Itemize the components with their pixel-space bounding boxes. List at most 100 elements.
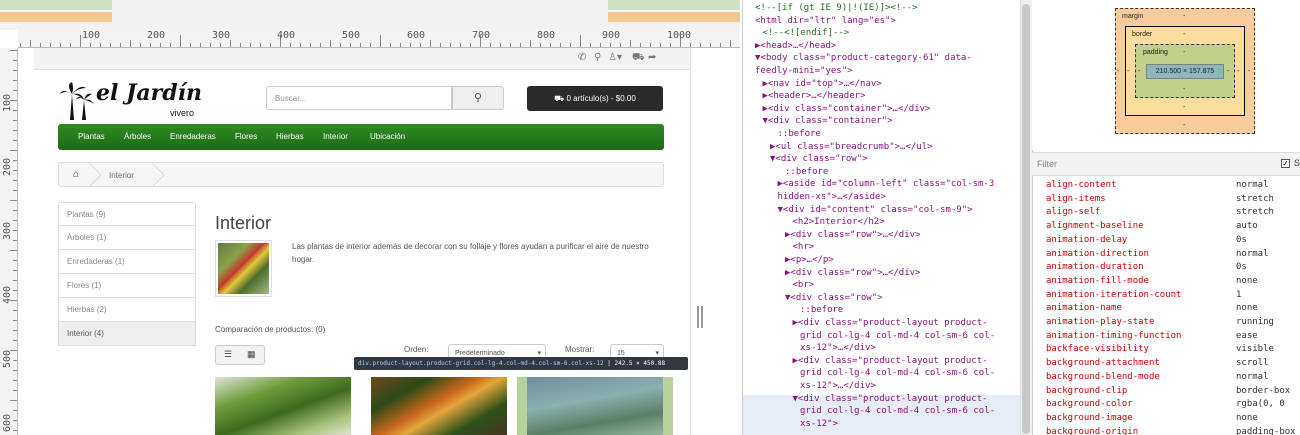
dom-node-line[interactable]: ▶<aside id="column-left" class="col-sm-3 [778, 178, 995, 190]
search-input[interactable]: Buscar... [266, 86, 452, 110]
dom-node-line[interactable]: xs-12">…</div> [800, 380, 876, 392]
dom-node-line[interactable]: <hr> [793, 241, 815, 253]
css-property-value[interactable]: none [1236, 412, 1258, 424]
css-property-value[interactable]: normal [1236, 371, 1269, 383]
css-property-name[interactable]: animation-fill-mode [1046, 275, 1149, 287]
css-property-value[interactable]: border-box [1236, 385, 1290, 397]
css-property-value[interactable]: padding-box [1236, 426, 1296, 435]
splitter-handle[interactable] [697, 306, 703, 328]
menu-item-plantas[interactable]: Plantas [78, 132, 105, 141]
dom-node-line[interactable]: hidden-xs">…</aside> [778, 191, 886, 203]
menu-item-flores[interactable]: Flores [235, 132, 257, 141]
css-property-value[interactable]: normal [1236, 248, 1269, 260]
dom-node-line[interactable]: xs-12">…</div> [800, 342, 876, 354]
css-property-name[interactable]: animation-play-state [1046, 316, 1154, 328]
css-property-name[interactable]: alignment-baseline [1046, 220, 1144, 232]
sidebar-item-plantas[interactable]: Plantas (9) [58, 202, 196, 226]
sidebar-item-enredaderas[interactable]: Enredaderas (1) [58, 250, 196, 274]
dom-node-line[interactable]: xs-12"> [800, 418, 838, 430]
site-logo[interactable]: el Jardín vivero [60, 78, 210, 122]
dom-node-line[interactable]: ▶<ul class="breadcrumb">…</ul> [770, 141, 933, 153]
dom-node-line[interactable]: <html dir="ltr" lang="es"> [755, 15, 896, 27]
css-property-value[interactable]: normal [1236, 179, 1269, 191]
css-property-name[interactable]: backface-visibility [1046, 343, 1149, 355]
css-property-value[interactable]: 0s [1236, 261, 1247, 273]
dom-node-line[interactable]: ▼<body class="product-category-61" data- [755, 52, 972, 64]
sidebar-item-arboles[interactable]: Árboles (1) [58, 226, 196, 250]
menu-item-ubicacion[interactable]: Ubicación [370, 132, 405, 141]
menu-item-hierbas[interactable]: Hierbas [276, 132, 304, 141]
grid-view-icon[interactable]: ▦ [247, 349, 256, 360]
dom-node-line[interactable]: ::before [800, 304, 843, 316]
product-image[interactable] [371, 377, 507, 435]
css-property-name[interactable]: animation-duration [1046, 261, 1144, 273]
dom-node-line[interactable]: ▼<div class="product-layout product- [793, 393, 988, 405]
css-property-value[interactable]: visible [1236, 343, 1274, 355]
product-compare-link[interactable]: Comparación de productos: (0) [215, 325, 325, 334]
css-property-name[interactable]: align-self [1046, 206, 1100, 218]
dom-node-line[interactable]: ::before [778, 128, 821, 140]
search-button[interactable]: ⚲ [452, 86, 504, 110]
dom-node-line[interactable]: <!--[if (gt IE 9)|!(IE)]><!--> [755, 2, 918, 14]
phone-icon[interactable]: ✆ [578, 52, 586, 63]
user-icon[interactable]: ♙▾ [608, 52, 622, 63]
css-property-name[interactable]: animation-direction [1046, 248, 1149, 260]
dom-node-line[interactable]: feedly-mini="yes"> [755, 65, 853, 77]
product-image[interactable] [215, 377, 351, 435]
css-property-name[interactable]: animation-name [1046, 302, 1122, 314]
list-view-icon[interactable]: ☰ [224, 349, 232, 360]
dom-node-line[interactable]: ▶<div class="row">…</div> [785, 267, 920, 279]
css-property-value[interactable]: stretch [1236, 193, 1274, 205]
css-property-name[interactable]: animation-iteration-count [1046, 289, 1181, 301]
dom-node-line[interactable]: ▶<header>…</header> [763, 90, 866, 102]
dom-node-line[interactable]: <h2>Interior</h2> [793, 216, 885, 228]
css-property-name[interactable]: background-clip [1046, 385, 1127, 397]
dom-node-line[interactable]: ▶<div class="product-layout product- [793, 355, 988, 367]
css-property-name[interactable]: background-image [1046, 412, 1133, 424]
css-property-value[interactable]: 1 [1236, 289, 1241, 301]
breadcrumb-item-interior[interactable]: Interior [109, 171, 134, 180]
dom-node-line[interactable]: grid col-lg-4 col-md-4 col-sm-6 col- [800, 367, 995, 379]
share-icon[interactable]: ➦ [648, 52, 656, 63]
dom-node-line[interactable]: ▶<head>…</head> [755, 40, 836, 52]
dom-node-line[interactable]: ▼<div id="content" class="col-sm-9"> [778, 204, 973, 216]
dom-node-line[interactable]: grid col-lg-4 col-md-4 col-sm-6 col- [800, 330, 995, 342]
css-property-name[interactable]: background-attachment [1046, 357, 1160, 369]
dom-node-line[interactable]: ▶<p>…</p> [785, 254, 834, 266]
dom-node-line[interactable]: ▼<div class="row"> [770, 153, 868, 165]
css-property-name[interactable]: animation-timing-function [1046, 330, 1181, 342]
css-property-name[interactable]: align-items [1046, 193, 1106, 205]
dom-node-line[interactable]: ▶<nav id="top">…</nav> [763, 78, 882, 90]
css-property-value[interactable]: stretch [1236, 206, 1274, 218]
css-property-value[interactable]: running [1236, 316, 1274, 328]
css-property-value[interactable]: ease [1236, 330, 1258, 342]
show-all-checkbox[interactable]: ✓ [1281, 159, 1290, 168]
map-marker-icon[interactable]: ⚲ [594, 52, 601, 63]
css-property-value[interactable]: none [1236, 275, 1258, 287]
css-property-name[interactable]: animation-delay [1046, 234, 1127, 246]
menu-item-interior[interactable]: Interior [323, 132, 348, 141]
css-property-value[interactable]: auto [1236, 220, 1258, 232]
filter-input[interactable]: Filter [1037, 159, 1057, 169]
dom-node-line[interactable]: ▶<div class="product-layout product- [793, 317, 988, 329]
scrollbar-thumb[interactable] [1022, 4, 1030, 434]
sidebar-item-flores[interactable]: Flores (1) [58, 274, 196, 298]
dom-node-line[interactable]: <!--<![endif]--> [763, 27, 850, 39]
css-property-name[interactable]: background-blend-mode [1046, 371, 1160, 383]
css-property-value[interactable]: scroll [1236, 357, 1269, 369]
css-property-name[interactable]: background-origin [1046, 426, 1138, 435]
product-image-highlighted[interactable] [517, 377, 673, 435]
css-property-value[interactable]: rgba(0, 0 [1236, 398, 1285, 410]
dom-node-line[interactable]: ▶<div class="row">…</div> [785, 229, 920, 241]
css-property-value[interactable]: none [1236, 302, 1258, 314]
dom-node-line[interactable]: ▼<div class="row"> [785, 292, 883, 304]
css-property-value[interactable]: 0s [1236, 234, 1247, 246]
sidebar-item-interior[interactable]: Interior (4) [58, 322, 196, 346]
cart-button[interactable]: ⛟ 0 artículo(s) - $0.00 [527, 86, 663, 111]
menu-item-enredaderas[interactable]: Enredaderas [170, 132, 216, 141]
dom-node-line[interactable]: ▼<div class="container"> [763, 115, 893, 127]
dom-node-line[interactable]: ▶<div class="container">…</div> [763, 103, 931, 115]
sidebar-item-hierbas[interactable]: Hierbas (2) [58, 298, 196, 322]
css-property-name[interactable]: align-content [1046, 179, 1116, 191]
css-property-name[interactable]: background-color [1046, 398, 1133, 410]
